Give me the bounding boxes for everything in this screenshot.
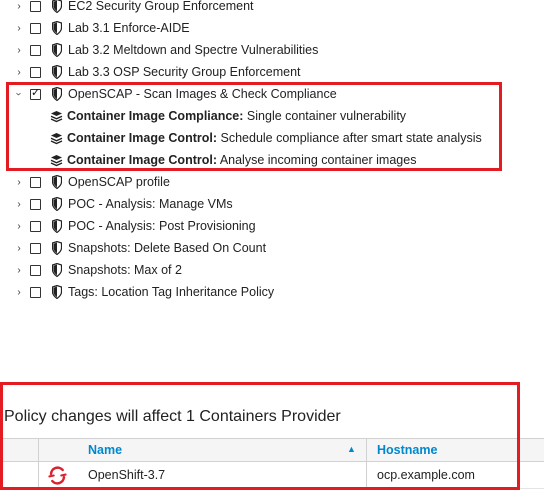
openshift-icon [48,466,67,485]
chevron-down-icon[interactable]: › [8,87,30,101]
sort-ascending-icon[interactable]: ▲ [347,444,356,454]
checkbox[interactable] [30,264,41,276]
column-header-hostname[interactable]: Hostname [377,443,437,457]
shield-icon [52,197,62,211]
tree-item-label: Lab 3.2 Meltdown and Spectre Vulnerabili… [68,43,319,57]
tree-item-label: Snapshots: Max of 2 [68,263,182,277]
checkbox[interactable] [30,286,41,298]
layers-icon [50,154,63,166]
shield-icon [52,43,62,57]
tree-item-label: Lab 3.1 Enforce-AIDE [68,21,190,35]
condition-description: Schedule compliance after smart state an… [220,131,482,145]
shield-icon [52,65,62,79]
shield-icon [52,219,62,233]
layers-icon [50,132,63,144]
checkbox[interactable] [30,0,41,12]
chevron-right-icon[interactable]: › [12,215,26,237]
checkbox[interactable] [30,176,41,188]
checkbox[interactable] [30,66,41,78]
checkbox-checked[interactable] [30,86,41,100]
affected-summary: Policy changes will affect 1 Containers … [4,408,341,425]
shield-icon [52,263,62,277]
checkbox[interactable] [30,22,41,34]
checkbox[interactable] [30,198,41,210]
condition-description: Single container vulnerability [246,109,407,123]
chevron-right-icon[interactable]: › [12,281,26,303]
column-header-name[interactable]: Name [88,443,122,457]
checkbox[interactable] [30,44,41,56]
tree-item-label: Tags: Location Tag Inheritance Policy [68,285,275,299]
shield-icon [52,0,62,13]
chevron-right-icon[interactable]: › [12,193,26,215]
chevron-right-icon[interactable]: › [12,17,26,39]
chevron-right-icon[interactable]: › [12,237,26,259]
shield-icon [52,241,62,255]
provider-name[interactable]: OpenShift-3.7 [88,468,165,482]
tree-item-label: OpenSCAP - Scan Images & Check Complianc… [68,87,337,101]
condition-description: Analyse incoming container images [219,153,417,167]
table-row[interactable]: OpenShift-3.7 ocp.example.com [0,462,544,489]
shield-icon [52,175,62,189]
chevron-right-icon[interactable]: › [12,259,26,281]
chevron-right-icon[interactable]: › [12,39,26,61]
provider-hostname: ocp.example.com [377,468,475,482]
chevron-right-icon[interactable]: › [12,0,26,17]
condition-type: Container Image Control: [67,153,218,167]
table-header: Name ▲ Hostname [0,439,544,462]
condition-type: Container Image Control: [67,131,218,145]
condition-type: Container Image Compliance: [67,109,244,123]
tree-item-label: Lab 3.3 OSP Security Group Enforcement [68,65,301,79]
chevron-right-icon[interactable]: › [12,171,26,193]
shield-icon [52,87,62,101]
shield-icon [52,285,62,299]
tree-item-label: OpenSCAP profile [68,175,170,189]
chevron-right-icon[interactable]: › [12,61,26,83]
shield-icon [52,21,62,35]
tree-item-label: Snapshots: Delete Based On Count [68,241,267,255]
tree-item-label: EC2 Security Group Enforcement [68,0,254,13]
providers-table: Name ▲ Hostname OpenShift-3.7 ocp.exampl… [0,438,544,489]
layers-icon [50,110,63,122]
checkbox[interactable] [30,220,41,232]
tree-item-label: POC - Analysis: Post Provisioning [68,219,256,233]
tree-item-label: POC - Analysis: Manage VMs [68,197,233,211]
checkbox[interactable] [30,242,41,254]
